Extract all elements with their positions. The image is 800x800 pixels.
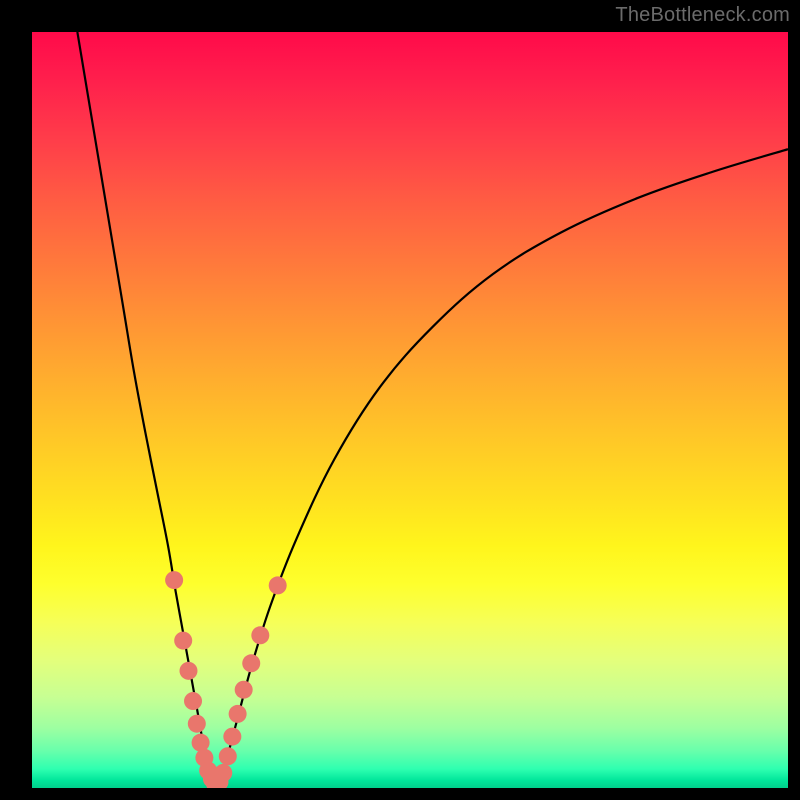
data-marker	[188, 715, 206, 733]
data-marker	[229, 705, 247, 723]
marker-group	[165, 571, 287, 788]
data-marker	[219, 747, 237, 765]
right-curve	[217, 149, 788, 784]
data-marker	[251, 626, 269, 644]
curves-svg	[32, 32, 788, 788]
data-marker	[174, 632, 192, 650]
data-marker	[192, 734, 210, 752]
data-marker	[165, 571, 183, 589]
data-marker	[242, 654, 260, 672]
watermark-text: TheBottleneck.com	[615, 4, 790, 27]
chart-frame: TheBottleneck.com	[0, 0, 800, 800]
data-marker	[184, 692, 202, 710]
plot-area	[32, 32, 788, 788]
data-marker	[179, 662, 197, 680]
data-marker	[235, 681, 253, 699]
data-marker	[214, 764, 232, 782]
data-marker	[223, 728, 241, 746]
data-marker	[269, 576, 287, 594]
